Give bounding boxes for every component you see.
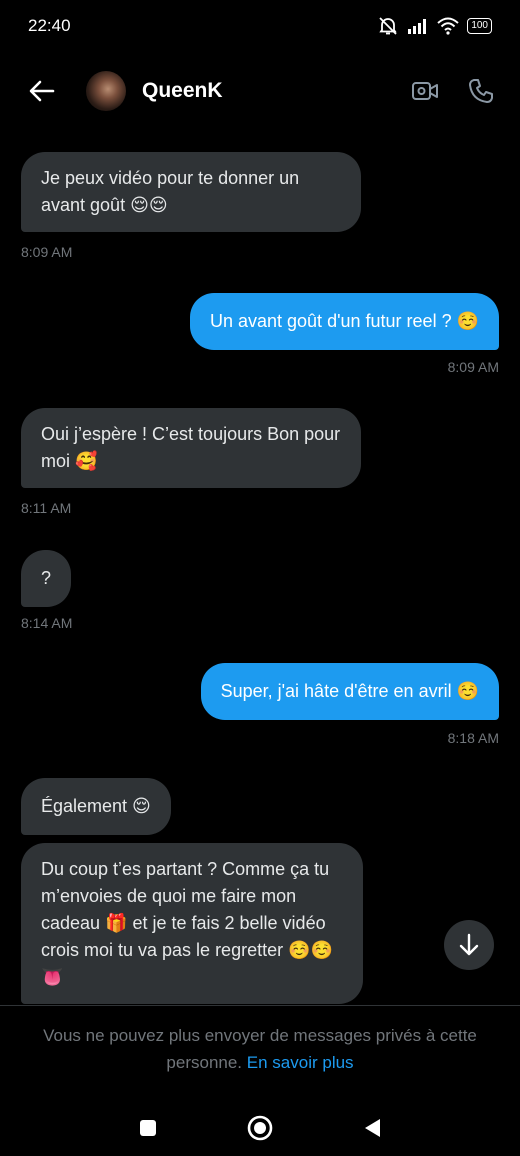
- divider: [0, 1005, 520, 1006]
- avatar[interactable]: [86, 71, 126, 111]
- message-timestamp: 8:09 AM: [447, 359, 499, 375]
- message-text: Oui j’espère ! C’est toujours Bon pour m…: [41, 424, 341, 471]
- dm-restricted-notice: Vous ne pouvez plus envoyer de messages …: [20, 1022, 500, 1076]
- video-call-button[interactable]: [410, 76, 440, 106]
- circle-icon: [247, 1115, 273, 1141]
- system-navigation-bar: [0, 1100, 520, 1156]
- message-timestamp: 8:18 AM: [447, 730, 499, 746]
- learn-more-link[interactable]: En savoir plus: [247, 1053, 354, 1072]
- message-bubble-incoming[interactable]: Du coup t’es partant ? Comme ça tu m’env…: [21, 843, 363, 1004]
- message-text: Super, j'ai hâte d'être en avril ☺️: [220, 681, 479, 701]
- arrow-left-icon: [29, 80, 55, 102]
- header-actions: [410, 76, 496, 106]
- back-button[interactable]: [24, 73, 60, 109]
- message-text: Du coup t’es partant ? Comme ça tu m’env…: [41, 859, 333, 987]
- message-bubble-incoming[interactable]: ?: [21, 550, 72, 607]
- message-bubble-incoming[interactable]: Également 😌: [21, 778, 171, 835]
- voice-call-button[interactable]: [466, 76, 496, 106]
- message-text: ?: [41, 568, 52, 588]
- phone-icon: [469, 79, 493, 103]
- home-button[interactable]: [245, 1113, 275, 1143]
- contact-name[interactable]: QueenK: [142, 79, 410, 103]
- signal-icon: [408, 19, 427, 34]
- message-list[interactable]: Je peux vidéo pour te donner un avant go…: [0, 130, 520, 1005]
- message-timestamp: 8:11 AM: [21, 500, 72, 516]
- conversation-header: QueenK: [0, 62, 520, 120]
- message-timestamp: 8:14 AM: [21, 615, 73, 631]
- message-text: Également 😌: [41, 796, 151, 816]
- message-bubble-outgoing[interactable]: Un avant goût d'un futur reel ? ☺️: [189, 293, 499, 350]
- mute-icon: [379, 17, 397, 35]
- clock: 22:40: [28, 16, 71, 35]
- message-bubble-incoming[interactable]: Je peux vidéo pour te donner un avant go…: [21, 152, 361, 232]
- recents-button[interactable]: [133, 1113, 163, 1143]
- message-timestamp: 8:09 AM: [21, 244, 73, 260]
- status-icons: 100: [377, 16, 492, 36]
- arrow-down-icon: [459, 933, 479, 956]
- message-text: Un avant goût d'un futur reel ? ☺️: [209, 311, 479, 331]
- message-bubble-incoming[interactable]: Oui j’espère ! C’est toujours Bon pour m…: [21, 408, 361, 488]
- message-bubble-outgoing[interactable]: Super, j'ai hâte d'être en avril ☺️: [200, 663, 499, 720]
- battery-indicator: 100: [467, 18, 492, 34]
- square-icon: [140, 1120, 156, 1136]
- back-nav-button[interactable]: [357, 1113, 387, 1143]
- message-text: Je peux vidéo pour te donner un avant go…: [41, 168, 300, 215]
- status-bar: 22:40 100: [0, 0, 520, 52]
- scroll-to-bottom-button[interactable]: [444, 920, 494, 970]
- video-camera-icon: [412, 82, 438, 100]
- wifi-icon: [437, 17, 459, 35]
- triangle-back-icon: [365, 1119, 380, 1137]
